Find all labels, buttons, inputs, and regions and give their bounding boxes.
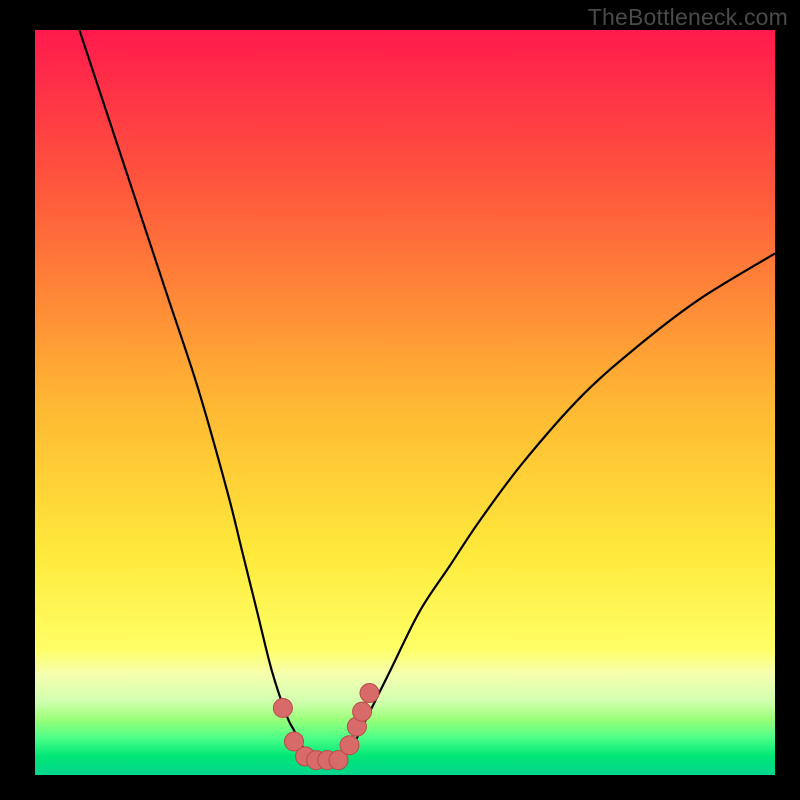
curve-marker bbox=[353, 702, 372, 721]
plot-area bbox=[35, 30, 775, 775]
highlighted-points bbox=[273, 684, 379, 770]
chart-frame: TheBottleneck.com bbox=[0, 0, 800, 800]
watermark-text: TheBottleneck.com bbox=[588, 4, 788, 31]
curve-marker bbox=[360, 684, 379, 703]
bottleneck-curve bbox=[35, 30, 775, 775]
curve-marker bbox=[340, 736, 359, 755]
curve-marker bbox=[273, 698, 292, 717]
